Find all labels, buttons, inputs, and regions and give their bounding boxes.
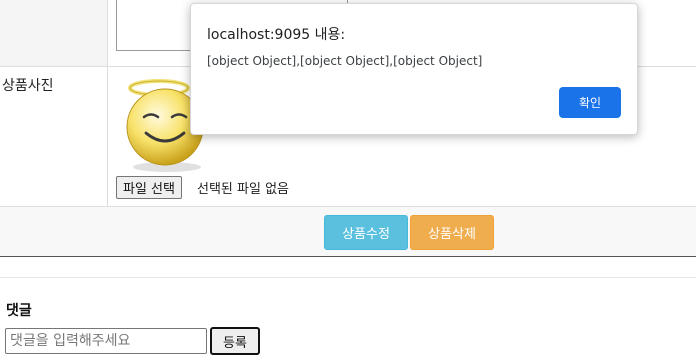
comment-input[interactable] [5, 328, 207, 354]
description-label-cell [0, 0, 108, 66]
file-select-button[interactable]: 파일 선택 [116, 176, 182, 199]
section-divider [0, 277, 696, 278]
alert-title: localhost:9095 내용: [207, 27, 346, 43]
edit-product-button[interactable]: 상품수정 [324, 215, 408, 250]
alert-message: [object Object],[object Object],[object … [207, 54, 483, 68]
file-status-text: 선택된 파일 없음 [197, 182, 289, 197]
delete-product-button[interactable]: 상품삭제 [410, 215, 494, 250]
alert-ok-button[interactable]: 확인 [559, 87, 621, 118]
photo-label: 상품사진 [2, 78, 54, 94]
comment-submit-button[interactable]: 등록 [210, 327, 260, 355]
comment-section-title: 댓글 [6, 303, 32, 319]
photo-label-cell: 상품사진 [0, 67, 108, 206]
alert-dialog: localhost:9095 내용: [object Object],[obje… [190, 3, 638, 135]
product-actions-row: 상품수정 상품삭제 [0, 207, 696, 257]
